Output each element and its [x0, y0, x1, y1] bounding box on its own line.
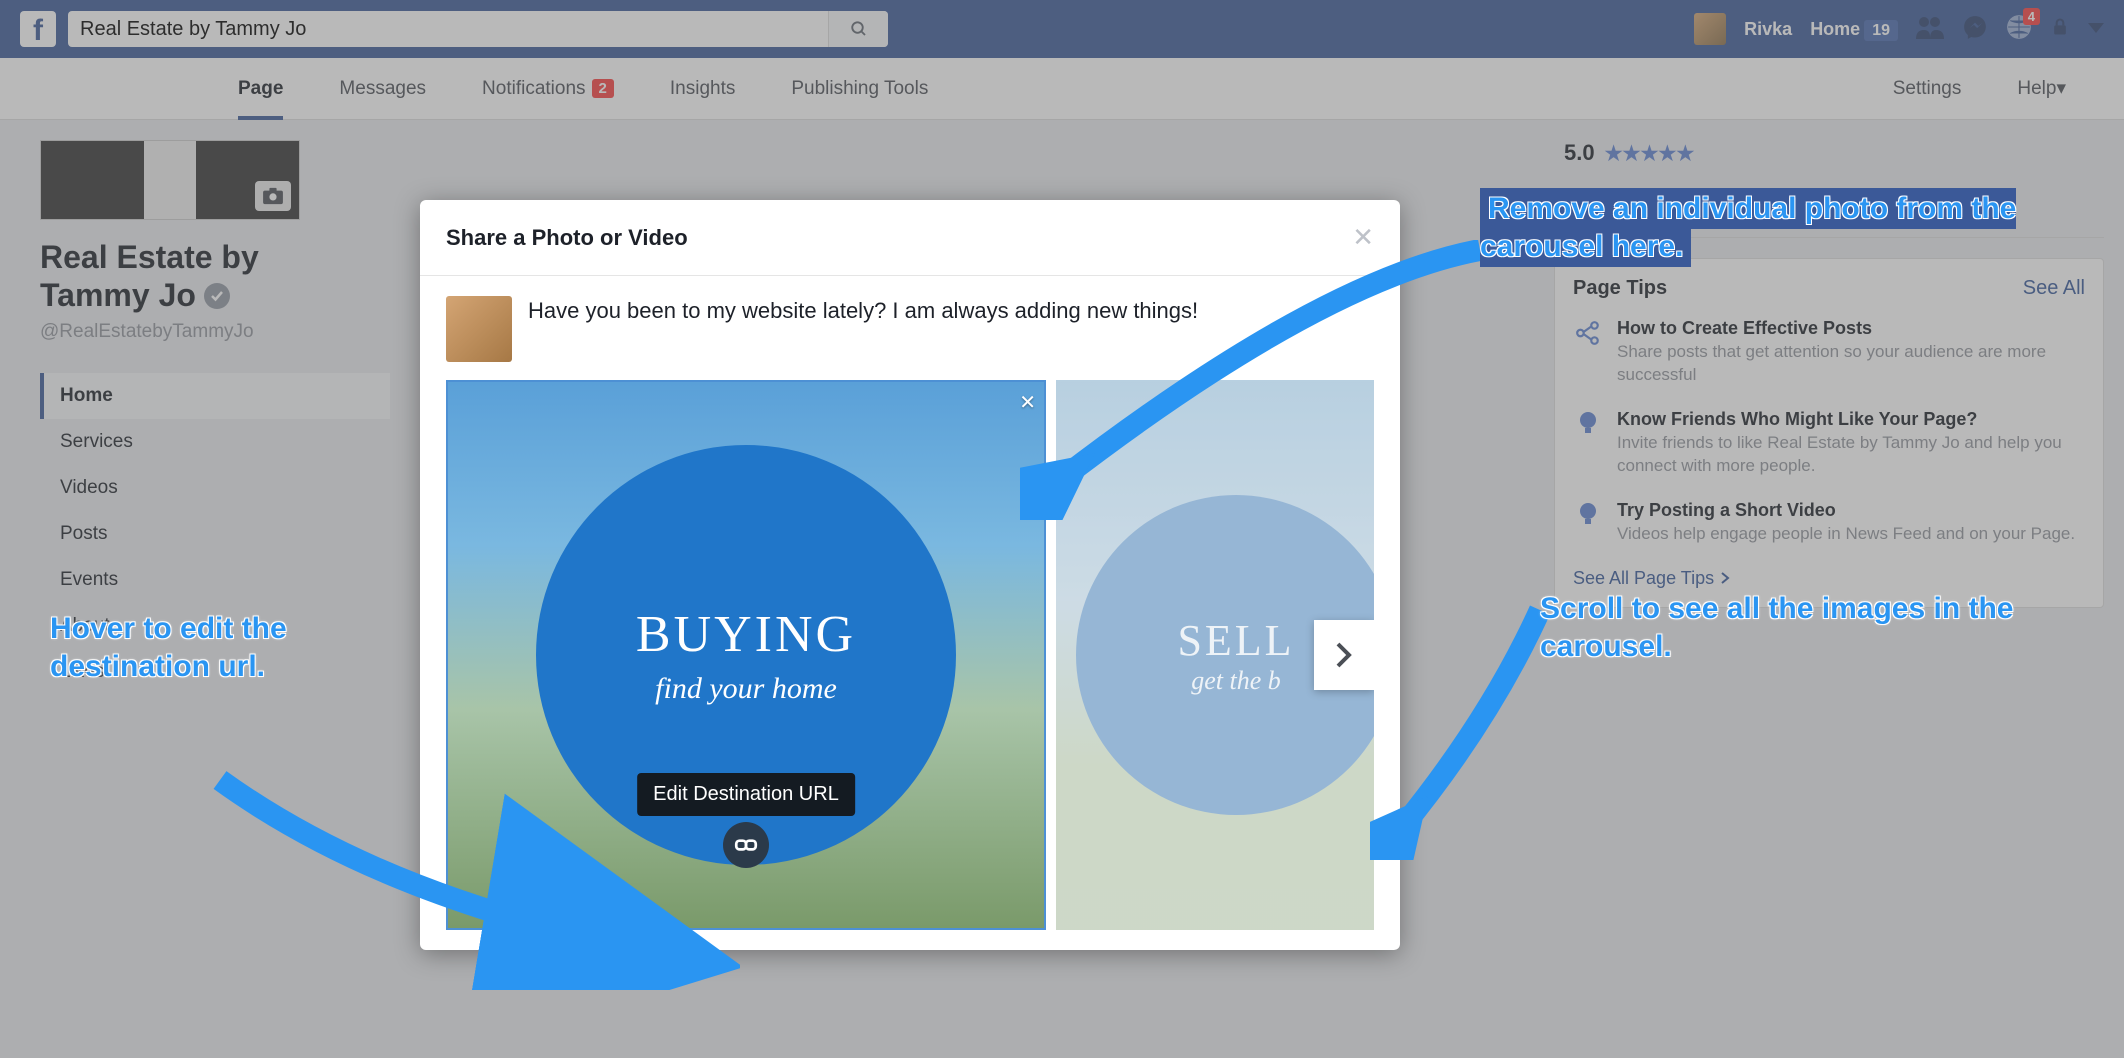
see-all-link[interactable]: See All	[2023, 277, 2085, 300]
notifications-tab-badge: 2	[592, 79, 614, 98]
annotation-remove-photo: Remove an individual photo from the caro…	[1480, 190, 2020, 265]
annotation-arrow-3	[200, 770, 740, 990]
tab-publishing[interactable]: Publishing Tools	[763, 58, 956, 120]
search-button[interactable]	[828, 11, 888, 47]
tab-insights[interactable]: Insights	[642, 58, 763, 120]
card2-subheading: get the b	[1191, 666, 1281, 696]
home-link[interactable]: Home19	[1810, 19, 1898, 40]
tip-item-3[interactable]: Try Posting a Short Video Videos help en…	[1573, 500, 2085, 546]
verified-icon	[204, 283, 230, 309]
search-input[interactable]	[68, 18, 828, 41]
notification-badge: 4	[2023, 8, 2040, 25]
page-handle: @RealEstatebyTammyJo	[40, 321, 390, 343]
share-icon	[1575, 320, 1601, 346]
notifications-icon[interactable]: 4	[2006, 14, 2032, 45]
carousel-next-button[interactable]	[1314, 620, 1374, 690]
tip1-desc: Share posts that get attention so your a…	[1617, 341, 2085, 387]
tip-item-2[interactable]: Know Friends Who Might Like Your Page? I…	[1573, 409, 2085, 478]
search-container	[68, 11, 888, 47]
page-title-line2: Tammy Jo	[40, 276, 390, 314]
page-tips-card: Page Tips See All How to Create Effectiv…	[1554, 258, 2104, 608]
lightbulb-icon	[1577, 411, 1599, 437]
sidebar-services[interactable]: Services	[40, 419, 390, 465]
composer-avatar	[446, 296, 512, 362]
page-tabs: Page Messages Notifications2 Insights Pu…	[0, 58, 2124, 120]
tip2-title: Know Friends Who Might Like Your Page?	[1617, 409, 2085, 430]
tab-help[interactable]: Help ▾	[1989, 58, 2094, 120]
sidebar-posts[interactable]: Posts	[40, 511, 390, 557]
cover-photo-thumb[interactable]	[40, 140, 300, 220]
tip-item-1[interactable]: How to Create Effective Posts Share post…	[1573, 318, 2085, 387]
sidebar-events[interactable]: Events	[40, 557, 390, 603]
card1-heading: BUYING	[636, 605, 856, 664]
user-avatar[interactable]	[1694, 13, 1726, 45]
chevron-right-icon	[1720, 571, 1730, 585]
tip2-desc: Invite friends to like Real Estate by Ta…	[1617, 432, 2085, 478]
username-link[interactable]: Rivka	[1744, 19, 1792, 40]
page-rating: 5.0 ★★★★★	[1554, 140, 2104, 166]
sidebar-videos[interactable]: Videos	[40, 465, 390, 511]
card2-heading: SELL	[1177, 615, 1294, 666]
chevron-right-icon	[1335, 641, 1353, 669]
card1-subheading: find your home	[655, 672, 837, 706]
star-icons: ★★★★★	[1605, 141, 1695, 166]
tip1-title: How to Create Effective Posts	[1617, 318, 2085, 339]
modal-title: Share a Photo or Video	[446, 225, 688, 251]
tab-page[interactable]: Page	[210, 58, 311, 120]
camera-icon	[262, 187, 284, 205]
search-icon	[850, 20, 868, 38]
tab-messages[interactable]: Messages	[311, 58, 454, 120]
lightbulb-icon	[1577, 502, 1599, 528]
home-badge: 19	[1864, 20, 1898, 41]
dropdown-icon[interactable]	[2088, 20, 2104, 38]
tab-notifications[interactable]: Notifications2	[454, 58, 642, 120]
annotation-arrow-1	[1020, 240, 1500, 520]
facebook-logo[interactable]: f	[20, 11, 56, 47]
sidebar-home[interactable]: Home	[40, 373, 390, 419]
topbar-right: Rivka Home19 4	[1694, 13, 2104, 45]
camera-button[interactable]	[255, 181, 291, 211]
top-bar: f Rivka Home19 4	[0, 0, 2124, 58]
friend-requests-icon[interactable]	[1916, 15, 1944, 44]
see-all-tips-link[interactable]: See All Page Tips	[1573, 568, 2085, 589]
tip3-title: Try Posting a Short Video	[1617, 500, 2075, 521]
privacy-icon[interactable]	[2050, 17, 2070, 42]
annotation-scroll-carousel: Scroll to see all the images in the caro…	[1540, 590, 2020, 665]
tip3-desc: Videos help engage people in News Feed a…	[1617, 523, 2075, 546]
left-column: Real Estate by Tammy Jo @RealEstatebyTam…	[0, 120, 420, 695]
messenger-icon[interactable]	[1962, 14, 1988, 45]
annotation-hover-url: Hover to edit the destination url.	[50, 610, 400, 685]
tab-settings[interactable]: Settings	[1865, 58, 1990, 120]
tips-title: Page Tips	[1573, 277, 1667, 300]
page-title: Real Estate by	[40, 238, 390, 276]
